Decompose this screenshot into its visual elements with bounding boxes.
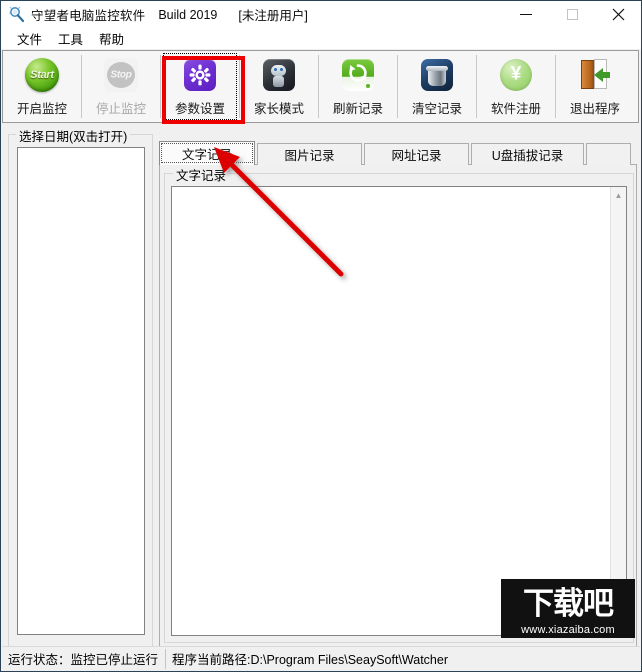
text-records-group: 文字记录 ▲ ▼ [164,165,634,643]
toolbar-label: 停止监控 [95,102,146,116]
stop-icon [103,57,139,93]
magnifier-icon [7,5,27,25]
menu-item-file[interactable]: 文件 [9,27,50,50]
text-records-log[interactable]: ▲ ▼ [171,186,627,636]
date-list[interactable] [17,147,145,635]
toolbar-button-parent-mode[interactable]: 家长模式 [240,51,318,122]
toolbar-label: 开启监控 [16,102,67,116]
menu-item-tools[interactable]: 工具 [50,27,91,50]
toolbar-label: 刷新记录 [332,102,383,116]
title-bar: 守望者电脑监控软件 Build 2019 [未注册用户] [1,1,641,28]
exit-door-icon [577,57,613,93]
tab-strip-filler [586,143,631,165]
toolbar-label: 家长模式 [253,102,304,116]
minimize-button[interactable] [503,1,549,28]
toolbar-label: 软件注册 [490,102,541,116]
gear-icon [182,57,218,93]
toolbar-label: 退出程序 [569,102,620,116]
toolbar-button-start-monitor[interactable]: 开启监控 [3,51,81,122]
text-records-legend: 文字记录 [173,165,230,184]
toolbar-button-register[interactable]: 软件注册 [477,51,555,122]
application-window: 守望者电脑监控软件 Build 2019 [未注册用户] 文件 工具 帮助 开启… [0,0,642,672]
chevron-up-icon[interactable]: ▲ [611,187,626,203]
window-build: Build 2019 [158,7,218,22]
tab-text-records[interactable]: 文字记录 [159,141,255,165]
registration-status: [未注册用户] [238,9,308,23]
refresh-icon [340,57,376,93]
date-select-legend: 选择日期(双击打开) [16,126,131,145]
yen-coin-icon [498,57,534,93]
toolbar-button-refresh-records[interactable]: 刷新记录 [319,51,397,122]
status-run-state: 运行状态：监控已停止运行 [2,648,166,669]
robot-icon [261,57,297,93]
tab-usb-records[interactable]: U盘插拔记录 [471,143,584,165]
date-select-group: 选择日期(双击打开) [8,126,153,647]
toolbar-button-clear-records[interactable]: 清空记录 [398,51,476,122]
status-bar: 运行状态：监控已停止运行 程序当前路径:D:\Program Files\Sea… [2,646,640,670]
window-controls [503,1,641,28]
start-icon [24,57,60,93]
tab-panel: 文字记录 ▲ ▼ [159,164,637,647]
window-title: 守望者电脑监控软件 [31,9,146,23]
toolbar-button-settings[interactable]: 参数设置 [161,51,239,122]
toolbar: 开启监控 停止监控 [2,50,639,123]
menu-bar: 文件 工具 帮助 [1,28,641,49]
log-scrollbar[interactable]: ▲ ▼ [610,187,626,635]
chevron-down-icon[interactable]: ▼ [611,619,626,635]
trash-icon [419,57,455,93]
toolbar-button-stop-monitor[interactable]: 停止监控 [82,51,160,122]
toolbar-label: 参数设置 [174,102,225,116]
menu-item-help[interactable]: 帮助 [91,27,132,50]
tab-strip: 文字记录 图片记录 网址记录 U盘插拔记录 [159,141,637,165]
toolbar-label: 清空记录 [411,102,462,116]
close-button[interactable] [595,1,641,28]
toolbar-button-exit[interactable]: 退出程序 [556,51,634,122]
maximize-button[interactable] [549,1,595,28]
tab-image-records[interactable]: 图片记录 [257,143,362,165]
tab-url-records[interactable]: 网址记录 [364,143,469,165]
status-program-path: 程序当前路径:D:\Program Files\SeaySoft\Watcher [172,653,448,667]
